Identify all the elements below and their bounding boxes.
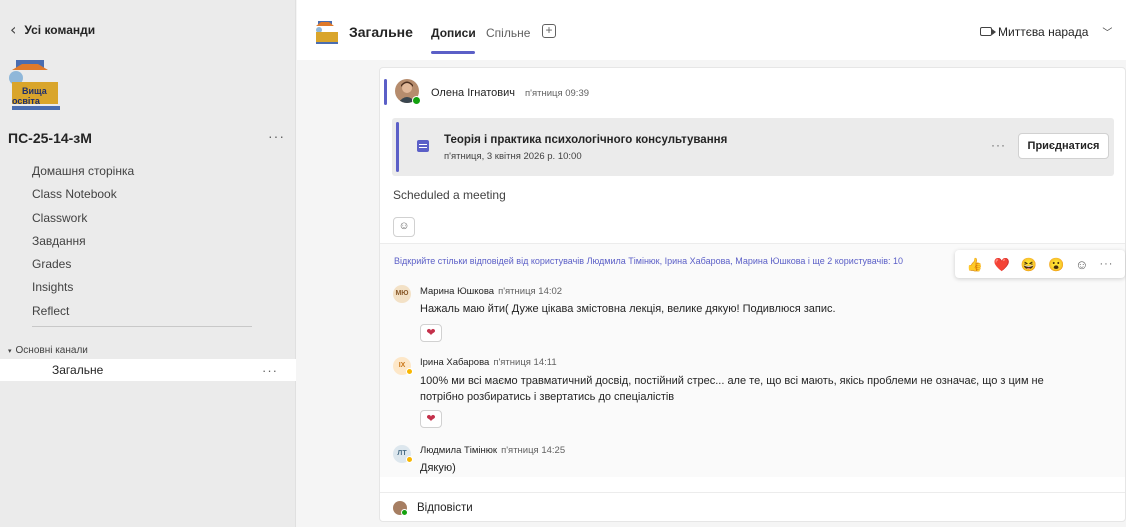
nav-item-reflect[interactable]: Reflect [32, 300, 282, 323]
reply-item: ІХ Ірина Хабарова п'ятниця 14:11 100% ми … [380, 354, 1125, 434]
channel-label: Загальне [52, 363, 104, 377]
reply-label: Відповісти [417, 501, 473, 514]
join-meeting-button[interactable]: Приєднатися [1018, 133, 1109, 159]
calendar-icon [417, 140, 429, 152]
reply-text: 100% ми всі маємо травматичний досвід, п… [420, 375, 1044, 403]
channel-item-general[interactable]: Загальне ··· [0, 359, 296, 381]
reply-author-row: Людмила Тімінюк п'ятниця 14:25 [420, 445, 565, 456]
team-logo-text-2: освіта [12, 96, 41, 106]
reply-item: ЛТ Людмила Тімінюк п'ятниця 14:25 Дякую) [380, 442, 1125, 478]
nav-item-insights[interactable]: Insights [32, 276, 282, 299]
post-timestamp: п'ятниця 09:39 [525, 88, 590, 99]
reply-author-name[interactable]: Марина Юшкова [420, 286, 494, 297]
post-accent-bar [384, 79, 387, 105]
presence-away-icon [406, 456, 413, 463]
main-channels-header[interactable]: ▾ Основні канали [8, 345, 88, 356]
channel-header: Загальне Дописи Спільне + Миттєва нарада… [297, 0, 1126, 60]
video-camera-icon [980, 27, 996, 36]
reaction-hover-bar: 👍 ❤️ 😆 😮 ☺ ··· [955, 250, 1125, 278]
tab-shared[interactable]: Спільне [486, 26, 530, 40]
back-label: Усі команди [24, 23, 96, 37]
heart-reaction-badge[interactable]: ❤ [420, 410, 442, 428]
nav-item-class-notebook[interactable]: Class Notebook [32, 183, 282, 206]
meeting-date: п'ятниця, 3 квітня 2026 р. 10:00 [444, 151, 582, 162]
surprised-icon[interactable]: 😮 [1048, 258, 1064, 271]
reply-author-name[interactable]: Ірина Хабарова [420, 357, 489, 368]
reply-timestamp: п'ятниця 14:11 [493, 357, 557, 368]
presence-away-icon [406, 368, 413, 375]
reply-author-name[interactable]: Людмила Тімінюк [420, 445, 497, 456]
reply-text: Дякую) [420, 462, 456, 474]
team-nav-list: Домашня сторінка Class Notebook Classwor… [32, 160, 282, 323]
channel-more-options-button[interactable]: ··· [262, 363, 278, 378]
presence-online-icon [412, 96, 421, 105]
meeting-title: Теорія і практика психологічного консуль… [444, 134, 728, 146]
team-logo-text-1: Вища [22, 86, 48, 96]
post-card: Олена Ігнатович п'ятниця 09:39 Теорія і … [379, 67, 1126, 522]
team-name: ПС-25-14-зМ [8, 130, 92, 146]
thumbs-up-icon[interactable]: 👍 [966, 258, 982, 271]
reply-button[interactable]: Відповісти [380, 492, 1125, 522]
reply-author-row: Марина Юшкова п'ятниця 14:02 [420, 286, 562, 297]
sidebar: ‹ Усі команди Вища освіта ПС-25-14-зМ ··… [0, 0, 296, 527]
heart-reaction-badge[interactable]: ❤ [420, 324, 442, 342]
add-reaction-button[interactable]: ☺ [393, 217, 415, 237]
add-reaction-icon: ☺ [398, 220, 410, 232]
reply-author-row: Ірина Хабарова п'ятниця 14:11 [420, 357, 557, 368]
nav-item-assignments[interactable]: Завдання [32, 230, 282, 253]
meet-now-label: Миттєва нарада [998, 24, 1089, 39]
meeting-card[interactable]: Теорія і практика психологічного консуль… [392, 118, 1114, 176]
open-replies-link[interactable]: Відкрийте стільки відповідей від користу… [394, 256, 903, 266]
post-author-name[interactable]: Олена Ігнатович [431, 87, 515, 99]
tab-posts[interactable]: Дописи [431, 26, 476, 40]
meeting-more-options-button[interactable]: ··· [991, 138, 1006, 152]
chevron-down-icon[interactable]: ﹀ [1102, 24, 1112, 39]
more-reactions-icon[interactable]: ☺ [1075, 258, 1088, 271]
nav-divider [32, 326, 252, 327]
add-tab-button[interactable]: + [542, 24, 556, 38]
reply-item: МЮ Марина Юшкова п'ятниця 14:02 Нажаль ма… [380, 282, 1125, 344]
current-user-avatar [393, 500, 408, 516]
replies-area: Відкрийте стільки відповідей від користу… [380, 243, 1125, 477]
team-logo: Вища освіта [9, 60, 60, 110]
back-to-all-teams-button[interactable]: ‹ Усі команди [10, 18, 95, 42]
avatar[interactable]: МЮ [393, 285, 411, 303]
more-options-icon[interactable]: ··· [1099, 258, 1113, 270]
reply-text: Нажаль маю йти( Дуже цікава змістовна ле… [420, 303, 836, 315]
meeting-accent-bar [396, 122, 399, 172]
channel-title: Загальне [349, 24, 413, 40]
presence-online-icon [401, 508, 408, 516]
main-channels-label: Основні канали [15, 345, 88, 356]
channel-team-logo [316, 21, 338, 44]
team-more-options-button[interactable]: ··· [268, 128, 285, 144]
caret-down-icon: ▾ [8, 347, 12, 355]
reply-timestamp: п'ятниця 14:25 [501, 445, 566, 456]
laugh-icon[interactable]: 😆 [1021, 258, 1037, 271]
nav-item-classwork[interactable]: Classwork [32, 207, 282, 230]
reply-timestamp: п'ятниця 14:02 [498, 286, 563, 297]
post-body-text: Scheduled a meeting [393, 188, 506, 202]
chevron-left-icon: ‹ [10, 20, 17, 39]
active-tab-indicator [431, 51, 475, 54]
nav-item-home[interactable]: Домашня сторінка [32, 160, 282, 183]
meet-now-button[interactable]: Миттєва нарада ﹀ [980, 24, 1112, 39]
heart-icon[interactable]: ❤️ [994, 258, 1010, 271]
nav-item-grades[interactable]: Grades [32, 253, 282, 276]
